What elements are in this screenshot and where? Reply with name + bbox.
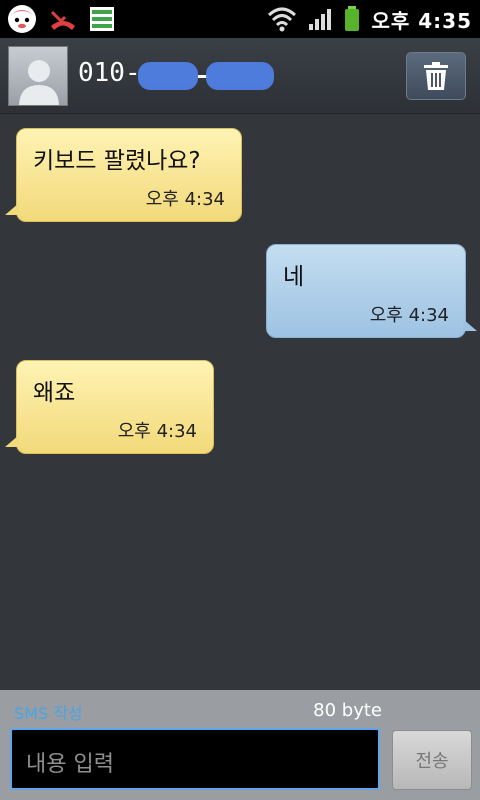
person-icon	[19, 60, 59, 105]
status-bar: 오후 4:35	[0, 0, 480, 38]
character-face-icon	[8, 5, 36, 33]
trash-icon	[424, 62, 448, 90]
contact-avatar[interactable]	[8, 46, 68, 106]
battery-icon	[345, 6, 360, 31]
conversation-header: 010-	[0, 38, 480, 114]
message-time: 오후 4:34	[369, 305, 449, 326]
message-bubble-incoming[interactable]: 키보드 팔렸나요? 오후 4:34	[5, 128, 242, 222]
messaging-screen: 오후 4:35 010- 키보드 팔렸나요? 오후 4:34 네 오후 4:34…	[0, 0, 480, 800]
message-time: 오후 4:34	[145, 189, 225, 210]
message-text: 왜죠	[33, 380, 76, 406]
redacted-number-part-1	[138, 62, 198, 90]
bubble-tail	[5, 435, 19, 447]
message-time: 오후 4:34	[117, 421, 197, 442]
contact-number: 010-	[78, 58, 141, 88]
sms-compose-label: SMS 작성	[14, 704, 83, 723]
signal-icon	[309, 9, 332, 30]
missed-call-icon	[50, 10, 75, 30]
message-text: 네	[283, 264, 305, 290]
message-composer: SMS 작성 80 byte 내용 입력 전송	[0, 690, 480, 800]
bubble-tail	[463, 319, 477, 331]
redacted-number-part-2	[206, 62, 274, 90]
message-bubble-outgoing[interactable]: 네 오후 4:34	[266, 244, 477, 338]
bubble-tail	[5, 203, 19, 215]
message-bubble-incoming[interactable]: 왜죠 오후 4:34	[5, 360, 214, 454]
send-button[interactable]: 전송	[392, 730, 472, 790]
delete-button[interactable]	[406, 52, 466, 100]
status-right: 오후 4:35	[267, 3, 472, 35]
message-text: 키보드 팔렸나요?	[33, 148, 201, 174]
memo-list-icon	[90, 7, 114, 31]
wifi-icon	[268, 7, 297, 32]
status-left	[6, 3, 116, 35]
byte-counter: 80 byte	[313, 700, 382, 721]
clock: 오후 4:35	[371, 8, 472, 33]
message-input[interactable]: 내용 입력	[10, 728, 380, 790]
